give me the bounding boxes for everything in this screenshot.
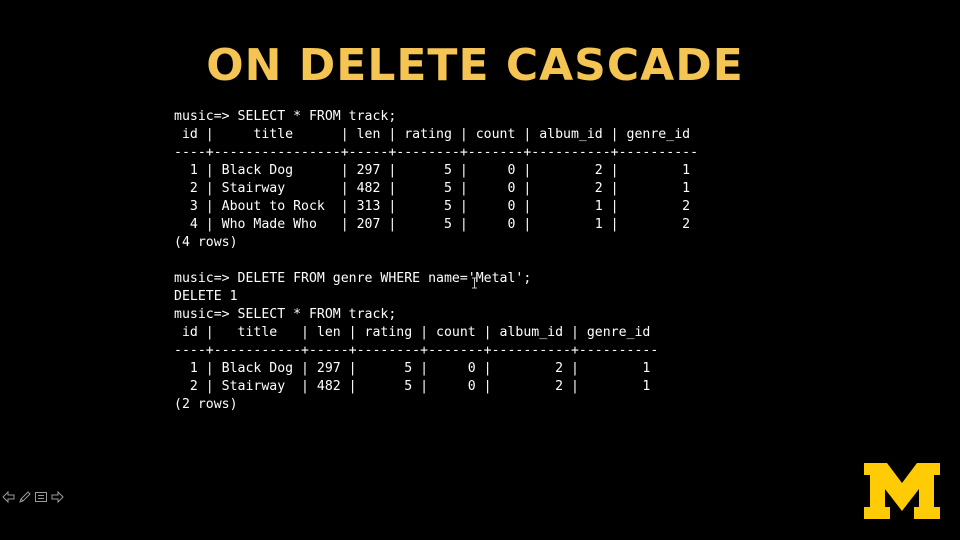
menu-icon[interactable] xyxy=(34,490,48,504)
pen-icon[interactable] xyxy=(18,490,32,504)
terminal-line: (2 rows) xyxy=(174,397,238,412)
terminal-line: id | title | len | rating | count | albu… xyxy=(174,127,691,142)
slide-nav-controls xyxy=(2,490,64,504)
terminal-line: DELETE 1 xyxy=(174,289,238,304)
terminal-line: 1 | Black Dog | 297 | 5 | 0 | 2 | 1 xyxy=(174,163,691,178)
terminal-line: music=> SELECT * FROM track; xyxy=(174,307,397,322)
terminal-line: music=> DELETE FROM genre WHERE name='Me… xyxy=(174,271,532,286)
terminal-line: 2 | Stairway | 482 | 5 | 0 | 2 | 1 xyxy=(174,379,651,394)
terminal-line: 4 | Who Made Who | 207 | 5 | 0 | 1 | 2 xyxy=(174,217,691,232)
terminal-output: music=> SELECT * FROM track; id | title … xyxy=(174,108,698,414)
terminal-line: ----+-----------+-----+--------+-------+… xyxy=(174,343,659,358)
text-cursor-icon xyxy=(472,277,477,289)
terminal-line: (4 rows) xyxy=(174,235,238,250)
terminal-line: music=> SELECT * FROM track; xyxy=(174,109,397,124)
terminal-line: 1 | Black Dog | 297 | 5 | 0 | 2 | 1 xyxy=(174,361,651,376)
terminal-line: 3 | About to Rock | 313 | 5 | 0 | 1 | 2 xyxy=(174,199,691,214)
arrow-right-icon[interactable] xyxy=(50,490,64,504)
slide-title: ON DELETE CASCADE xyxy=(206,40,744,91)
terminal-line: id | title | len | rating | count | albu… xyxy=(174,325,651,340)
arrow-left-icon[interactable] xyxy=(2,490,16,504)
terminal-line: ----+----------------+-----+--------+---… xyxy=(174,145,699,160)
block-m-logo xyxy=(864,463,940,519)
terminal-line: 2 | Stairway | 482 | 5 | 0 | 2 | 1 xyxy=(174,181,691,196)
